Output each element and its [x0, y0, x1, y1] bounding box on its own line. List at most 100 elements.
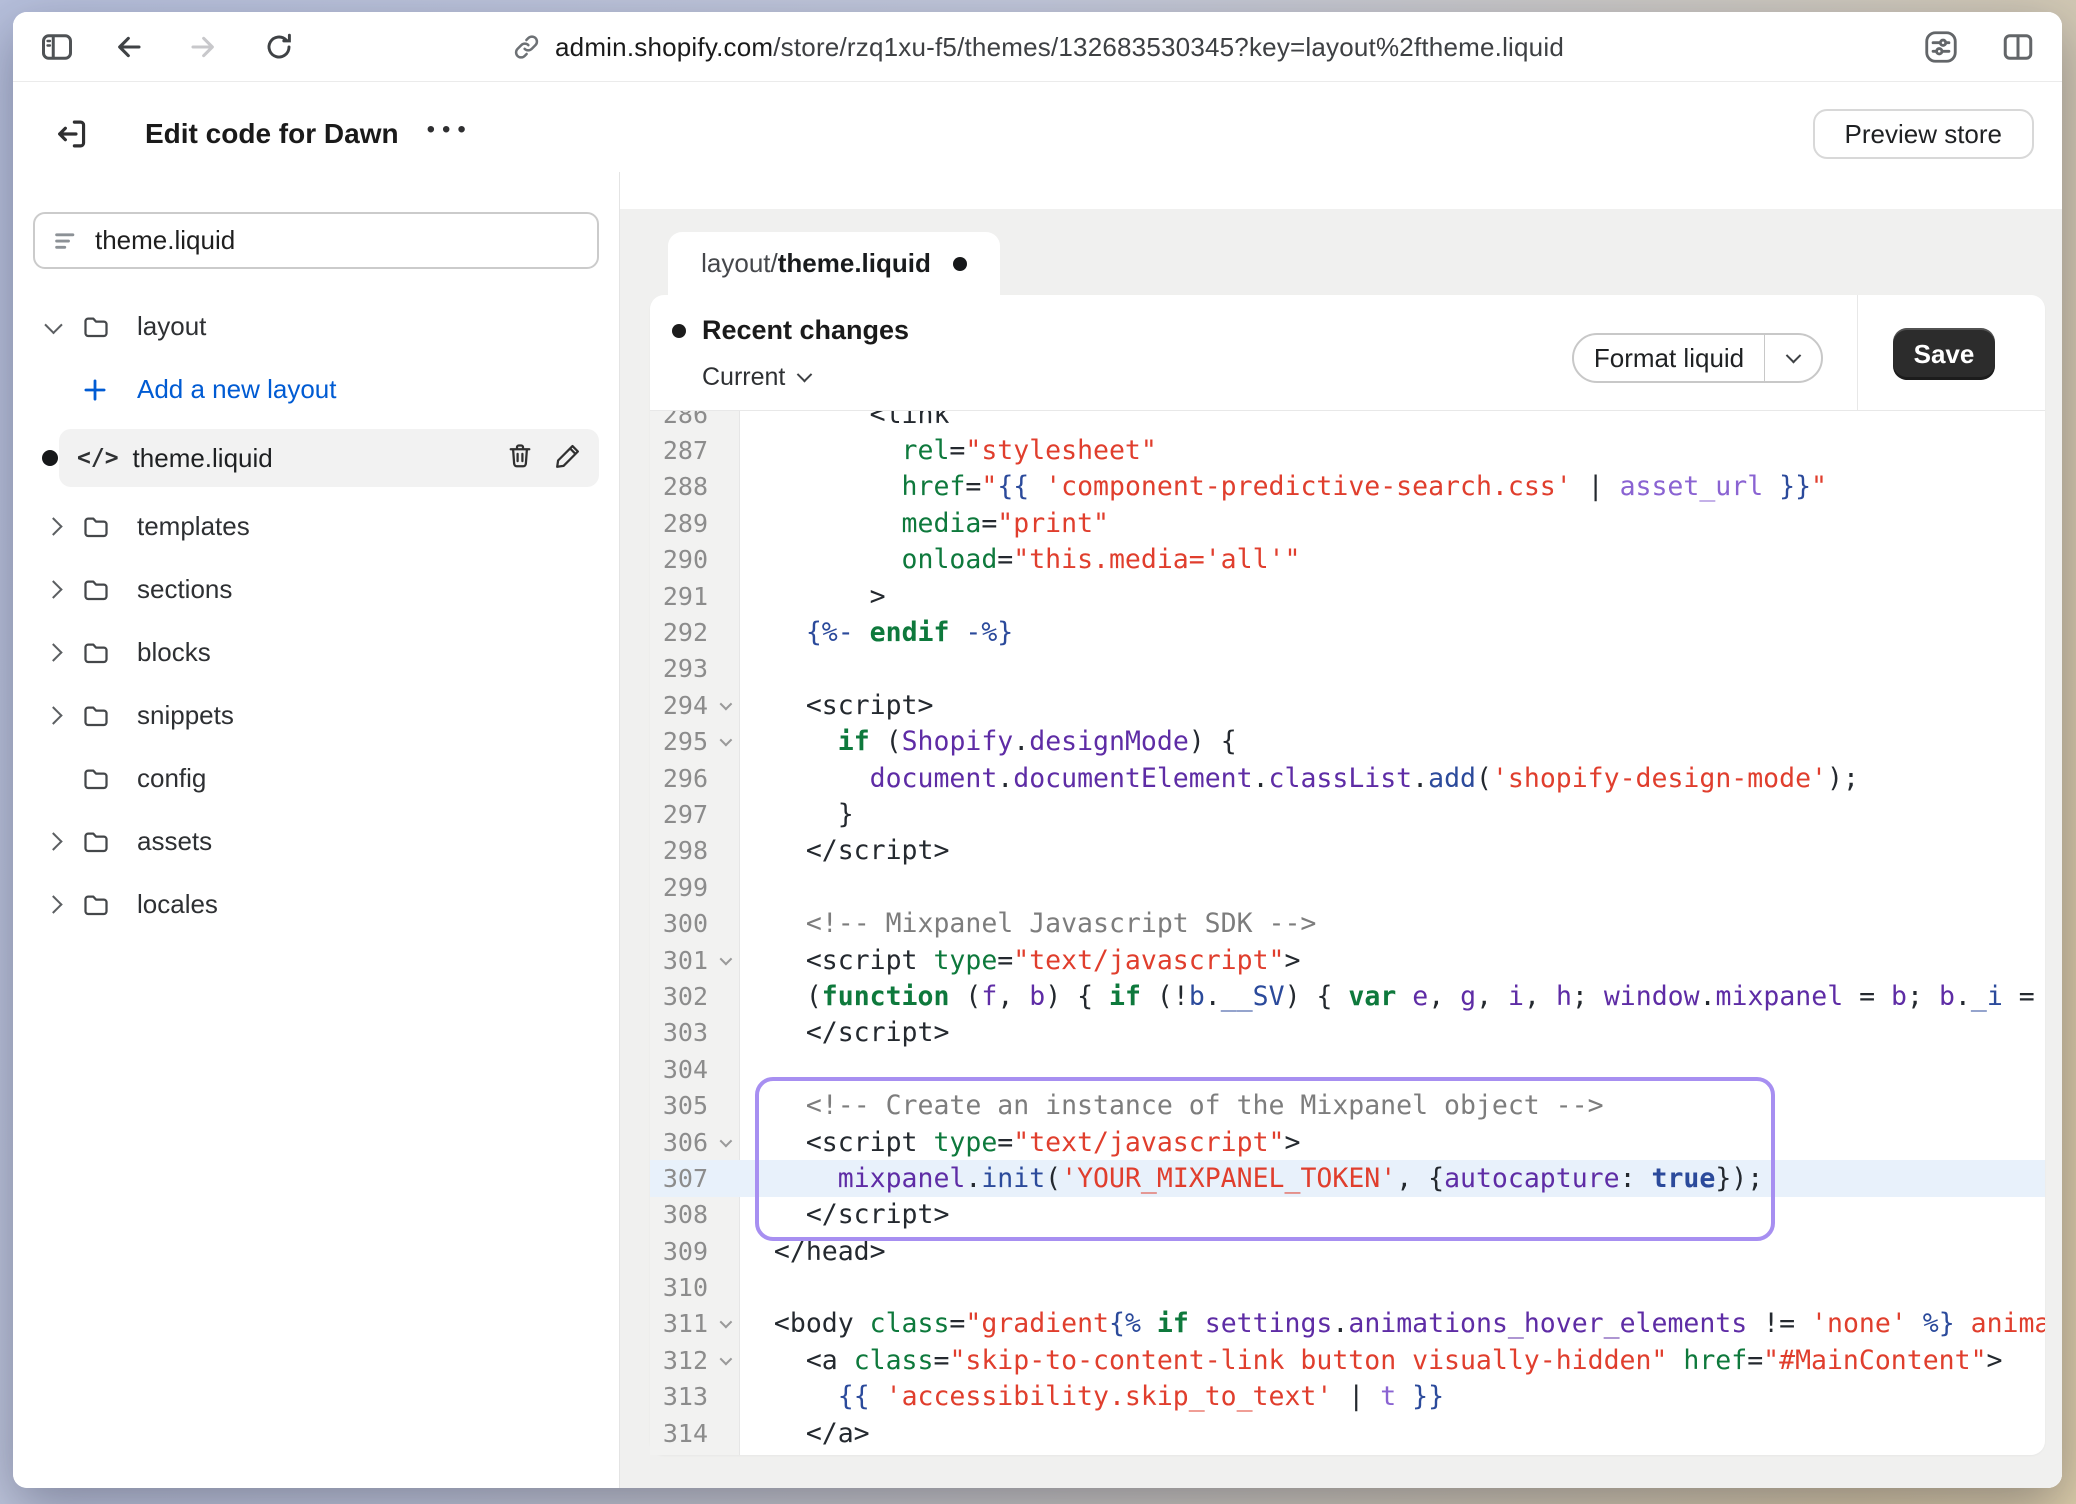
plus-icon — [81, 376, 121, 404]
fold-icon[interactable] — [720, 1353, 733, 1366]
tab-file-label: theme.liquid — [778, 248, 931, 279]
reload-icon[interactable] — [263, 31, 295, 63]
code-line[interactable]: 297 } — [650, 796, 2045, 832]
version-label: Current — [702, 363, 785, 392]
format-liquid-split-button[interactable]: Format liquid — [1572, 333, 1823, 383]
code-line[interactable]: 314 </a> — [650, 1415, 2045, 1451]
preview-store-button[interactable]: Preview store — [1813, 109, 2035, 159]
sidebar-folder-config[interactable]: config — [33, 747, 599, 810]
code-line[interactable]: 310 — [650, 1269, 2045, 1305]
code-line[interactable]: 288 href="{{ 'component-predictive-searc… — [650, 469, 2045, 505]
editor-card: Recent changes Current Format liquid — [650, 295, 2045, 1455]
code-line[interactable]: 286 <link — [650, 411, 2045, 432]
code-line[interactable]: 308 </script> — [650, 1197, 2045, 1233]
chevron-down-icon — [44, 316, 62, 334]
code-line[interactable]: 301 <script type="text/javascript"> — [650, 942, 2045, 978]
code-line[interactable]: 311 <body class="gradient{% if settings.… — [650, 1306, 2045, 1342]
code-line[interactable]: 291 > — [650, 578, 2045, 614]
line-number: 289 — [650, 509, 708, 538]
search-input[interactable] — [95, 225, 581, 256]
code-line[interactable]: 303 </script> — [650, 1015, 2045, 1051]
folder-icon — [81, 638, 121, 668]
chevron-down-icon — [797, 367, 813, 383]
tweaks-icon[interactable] — [1922, 28, 1960, 66]
code-line[interactable]: 306 <script type="text/javascript"> — [650, 1124, 2045, 1160]
exit-icon[interactable] — [53, 115, 91, 153]
sidebar-folder-templates[interactable]: templates — [33, 495, 599, 558]
sidebar-folder-layout[interactable]: layout — [33, 295, 599, 358]
tab-dir-label: layout/ — [701, 248, 778, 279]
sidebar-folder-locales[interactable]: locales — [33, 873, 599, 936]
folder-icon — [81, 701, 121, 731]
fold-icon[interactable] — [720, 952, 733, 965]
version-dropdown[interactable]: Current — [702, 363, 810, 392]
fold-icon[interactable] — [720, 1316, 733, 1329]
fold-icon[interactable] — [720, 1134, 733, 1147]
code-line[interactable]: 299 — [650, 869, 2045, 905]
line-number: 302 — [650, 982, 708, 1011]
code-line[interactable]: 296 document.documentElement.classList.a… — [650, 760, 2045, 796]
code-line[interactable]: 292 {%- endif -%} — [650, 614, 2045, 650]
line-number: 314 — [650, 1419, 708, 1448]
link-icon — [511, 32, 541, 62]
tab-theme-liquid[interactable]: layout/theme.liquid — [668, 232, 1000, 295]
code-line[interactable]: 309 </head> — [650, 1233, 2045, 1269]
code-editor[interactable]: 286 <link287 rel="stylesheet"288 href="{… — [650, 411, 2045, 1455]
folder-icon — [81, 890, 121, 920]
back-icon[interactable] — [113, 31, 145, 63]
code-line[interactable]: 304 — [650, 1051, 2045, 1087]
recent-changes-label: Recent changes — [702, 315, 909, 346]
code-line[interactable]: 295 if (Shopify.designMode) { — [650, 724, 2045, 760]
code-line[interactable]: 298 </script> — [650, 833, 2045, 869]
line-number: 304 — [650, 1055, 708, 1084]
code-line[interactable]: 313 {{ 'accessibility.skip_to_text' | t … — [650, 1379, 2045, 1415]
code-line[interactable]: 289 media="print" — [650, 505, 2045, 541]
code-line[interactable]: 294 <script> — [650, 687, 2045, 723]
code-line[interactable]: 293 — [650, 651, 2045, 687]
line-number: 301 — [650, 946, 708, 975]
folder-icon — [81, 764, 121, 794]
sidebar-action-add-layout[interactable]: Add a new layout — [33, 358, 599, 421]
more-actions-button[interactable]: ••• — [427, 116, 473, 152]
sidebar-item-theme-liquid[interactable]: </>theme.liquid — [59, 429, 599, 487]
delete-file-icon[interactable] — [505, 441, 535, 476]
sidebar-folder-sections[interactable]: sections — [33, 558, 599, 621]
filter-icon — [51, 226, 81, 256]
code-line[interactable]: 300 <!-- Mixpanel Javascript SDK --> — [650, 905, 2045, 941]
split-view-icon[interactable] — [2000, 29, 2036, 65]
line-number: 290 — [650, 545, 708, 574]
fold-icon[interactable] — [720, 698, 733, 711]
line-number: 311 — [650, 1309, 708, 1338]
code-line[interactable]: 305 <!-- Create an instance of the Mixpa… — [650, 1087, 2045, 1123]
app-header: Edit code for Dawn ••• Preview store — [13, 82, 2062, 172]
save-button[interactable]: Save — [1893, 328, 1995, 380]
line-number: 313 — [650, 1382, 708, 1411]
chevron-right-icon — [44, 895, 62, 913]
sidebar-toggle-icon[interactable] — [39, 29, 75, 65]
editor-card-header: Recent changes Current Format liquid — [650, 295, 2045, 411]
fold-icon[interactable] — [720, 734, 733, 747]
line-number: 312 — [650, 1346, 708, 1375]
line-number: 298 — [650, 836, 708, 865]
file-search[interactable] — [33, 212, 599, 269]
code-line[interactable]: 290 onload="this.media='all'" — [650, 542, 2045, 578]
address-bar[interactable]: admin.shopify.com/store/rzq1xu-f5/themes… — [511, 12, 1564, 82]
code-line[interactable]: 287 rel="stylesheet" — [650, 432, 2045, 468]
changes-dot — [672, 324, 686, 338]
rename-file-icon[interactable] — [553, 441, 583, 476]
code-lines: 286 <link287 rel="stylesheet"288 href="{… — [650, 411, 2045, 1451]
line-number: 303 — [650, 1018, 708, 1047]
forward-icon[interactable] — [187, 31, 219, 63]
sidebar-folder-blocks[interactable]: blocks — [33, 621, 599, 684]
chevron-right-icon — [44, 706, 62, 724]
code-line[interactable]: 312 <a class="skip-to-content-link butto… — [650, 1342, 2045, 1378]
sidebar-folder-assets[interactable]: assets — [33, 810, 599, 873]
sidebar-folder-snippets[interactable]: snippets — [33, 684, 599, 747]
folder-icon — [81, 575, 121, 605]
format-liquid-button[interactable]: Format liquid — [1574, 335, 1765, 381]
line-number: 287 — [650, 436, 708, 465]
unsaved-dot — [953, 257, 967, 271]
code-line[interactable]: 307 mixpanel.init('YOUR_MIXPANEL_TOKEN',… — [650, 1160, 2045, 1196]
format-options-button[interactable] — [1765, 335, 1821, 381]
code-line[interactable]: 302 (function (f, b) { if (!b.__SV) { va… — [650, 978, 2045, 1014]
